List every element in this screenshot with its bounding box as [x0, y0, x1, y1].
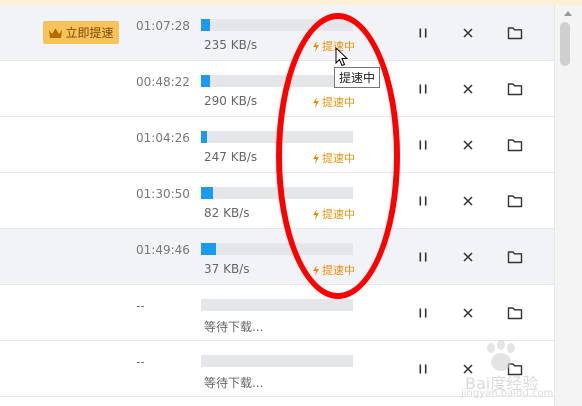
close-icon	[463, 196, 473, 206]
close-icon	[463, 252, 473, 262]
delete-button[interactable]	[460, 137, 476, 153]
time-remaining: 01:04:26	[136, 131, 190, 145]
pause-icon	[419, 84, 427, 94]
folder-icon	[507, 139, 523, 152]
download-speed: 235 KB/s	[204, 38, 258, 52]
download-row[interactable]: 00:48:22 290 KB/s 提速中	[0, 61, 554, 117]
open-folder-button[interactable]	[507, 81, 523, 97]
progress-bar	[201, 299, 353, 311]
close-icon	[463, 28, 473, 38]
open-folder-button[interactable]	[507, 193, 523, 209]
open-folder-button[interactable]	[507, 305, 523, 321]
watermark-url: jingyan.baidu.com	[461, 388, 554, 399]
folder-icon	[507, 251, 523, 264]
close-icon	[463, 84, 473, 94]
download-speed: 37 KB/s	[204, 262, 250, 276]
open-folder-button[interactable]	[507, 249, 523, 265]
download-speed: 82 KB/s	[204, 206, 250, 220]
paw-logo-icon	[487, 340, 515, 371]
download-speed: 等待下载...	[204, 376, 264, 390]
time-remaining: --	[136, 355, 145, 369]
download-speed: 等待下载...	[204, 320, 264, 334]
progress-bar-fill	[201, 243, 217, 255]
pause-button[interactable]	[415, 361, 431, 377]
tooltip: 提速中	[334, 67, 381, 88]
scroll-up-arrow-icon[interactable]	[564, 11, 572, 16]
folder-icon	[507, 307, 523, 320]
download-list: 立即提速 01:07:28 235 KB/s 提速中 00:48:22 290 …	[0, 5, 554, 397]
crown-icon	[49, 28, 63, 38]
folder-icon	[507, 195, 523, 208]
pause-button[interactable]	[415, 25, 431, 41]
pause-icon	[419, 196, 427, 206]
progress-bar-fill	[201, 19, 211, 31]
progress-bar	[201, 355, 353, 367]
download-row[interactable]: 01:49:46 37 KB/s 提速中	[0, 229, 554, 285]
pause-icon	[419, 364, 427, 374]
boost-now-button[interactable]: 立即提速	[43, 21, 119, 44]
download-row[interactable]: 立即提速 01:07:28 235 KB/s 提速中	[0, 5, 554, 61]
download-speed: 247 KB/s	[204, 150, 258, 164]
baidu-jingyan-watermark: Bai度经验 jingyan.baidu.com	[445, 340, 557, 400]
open-folder-button[interactable]	[507, 25, 523, 41]
close-icon	[463, 140, 473, 150]
close-icon	[463, 308, 473, 318]
delete-button[interactable]	[460, 81, 476, 97]
open-folder-button[interactable]	[507, 137, 523, 153]
pause-button[interactable]	[415, 249, 431, 265]
pause-icon	[419, 28, 427, 38]
pause-icon	[419, 252, 427, 262]
pause-icon	[419, 308, 427, 318]
pause-button[interactable]	[415, 137, 431, 153]
progress-bar-fill	[201, 75, 211, 87]
time-remaining: 01:07:28	[136, 19, 190, 33]
progress-bar-fill	[201, 187, 214, 199]
download-row[interactable]: -- 等待下载...	[0, 285, 554, 341]
boost-now-label: 立即提速	[65, 26, 114, 40]
pause-button[interactable]	[415, 81, 431, 97]
folder-icon	[507, 27, 523, 40]
download-speed: 290 KB/s	[204, 94, 258, 108]
time-remaining: --	[136, 299, 145, 313]
folder-icon	[507, 83, 523, 96]
mouse-cursor-icon	[335, 47, 349, 67]
delete-button[interactable]	[460, 25, 476, 41]
progress-bar-fill	[201, 131, 208, 143]
delete-button[interactable]	[460, 305, 476, 321]
pause-button[interactable]	[415, 305, 431, 321]
delete-button[interactable]	[460, 249, 476, 265]
pause-icon	[419, 140, 427, 150]
pause-button[interactable]	[415, 193, 431, 209]
scrollbar-thumb[interactable]	[560, 22, 570, 66]
time-remaining: 01:30:50	[136, 187, 190, 201]
time-remaining: 00:48:22	[136, 75, 190, 89]
delete-button[interactable]	[460, 193, 476, 209]
time-remaining: 01:49:46	[136, 243, 190, 257]
vertical-scrollbar[interactable]	[554, 5, 582, 406]
